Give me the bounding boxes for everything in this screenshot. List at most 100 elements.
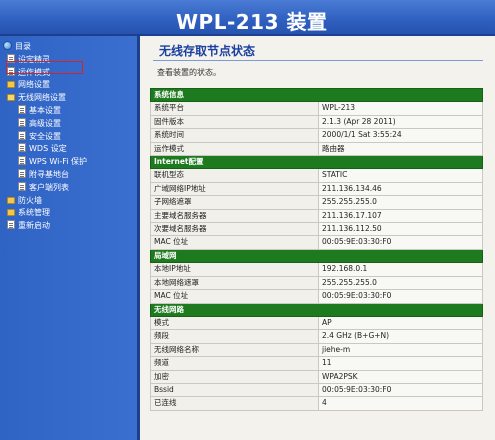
row-label: 已连线 — [150, 396, 319, 411]
table-row: 固件版本 2.1.3 (Apr 28 2011) — [150, 114, 483, 130]
table-row: 系统时间 2000/1/1 Sat 3:55:24 — [150, 128, 483, 143]
page-title: 无线存取节点状态 — [159, 44, 256, 58]
row-label: 加密 — [150, 369, 319, 384]
document-icon — [18, 117, 26, 127]
table-row: MAC 位址 00:05:9E:03:30:F0 — [150, 235, 483, 250]
row-label: 本地IP地址 — [150, 262, 319, 277]
table-row: Bssid 00:05:9E:03:30:F0 — [150, 382, 483, 398]
sidebar-item[interactable]: 高级设置 — [0, 117, 137, 131]
row-label: 系统平台 — [150, 101, 319, 116]
table-row: 联机型态 STATIC — [150, 168, 483, 183]
row-label: 运作模式 — [150, 141, 319, 157]
sidebar-item-label: 系统管理 — [18, 208, 50, 218]
row-label: MAC 位址 — [150, 235, 319, 250]
section-header: 局域网 — [150, 248, 483, 264]
row-label: 联机型态 — [150, 168, 319, 183]
table-row: MAC 位址 00:05:9E:03:30:F0 — [150, 289, 483, 304]
document-icon — [7, 220, 15, 230]
row-label: 子网络遮罩 — [150, 195, 319, 210]
row-label: 无线网络名称 — [150, 342, 319, 358]
row-value: 211.136.112.50 — [318, 222, 483, 237]
row-value: 192.168.0.1 — [318, 262, 483, 277]
row-value: 255.255.255.0 — [318, 195, 483, 210]
sidebar-item-label: 安全设置 — [29, 131, 61, 141]
title-divider — [153, 60, 483, 61]
status-table: 系统信息 系统平台 WPL-213 固件版本 2.1.3 (Apr 28 2011) 系统… — [150, 87, 483, 411]
sidebar-item-label: 网络设置 — [18, 80, 50, 90]
sidebar-item[interactable]: 安全设置 — [0, 130, 137, 144]
sidebar-item[interactable]: 防火墙 — [0, 195, 137, 208]
row-label: 频道 — [150, 356, 319, 371]
folder-icon — [7, 209, 15, 217]
table-row: 系统平台 WPL-213 — [150, 101, 483, 116]
row-label: 次要域名服务器 — [150, 222, 319, 237]
row-label: 模式 — [150, 315, 319, 331]
sidebar-item-label: 客户端列表 — [29, 182, 69, 192]
row-value: 2.1.3 (Apr 28 2011) — [318, 114, 483, 130]
sidebar-item[interactable]: 网络设置 — [0, 79, 137, 92]
row-label: 固件版本 — [150, 114, 319, 130]
document-icon — [18, 168, 26, 178]
sidebar-item-label: WPS Wi-Fi 保护 — [29, 157, 87, 167]
row-value: 211.136.17.107 — [318, 208, 483, 224]
sidebar-item-label: WDS 设定 — [29, 144, 67, 154]
row-value: 255.255.255.0 — [318, 275, 483, 291]
sidebar-item[interactable]: 基本设置 — [0, 104, 137, 118]
table-row: 广域网络IP地址 211.136.134.46 — [150, 181, 483, 197]
section-header: 无线网路 — [150, 302, 483, 317]
table-row: 运作模式 路由器 — [150, 141, 483, 157]
row-value: WPA2PSK — [318, 369, 483, 384]
section-header-row: Internet配置 — [150, 155, 483, 170]
sidebar-item[interactable]: 系统管理 — [0, 207, 137, 220]
selection-highlight — [6, 61, 83, 74]
table-row: 加密 WPA2PSK — [150, 369, 483, 384]
sidebar-item[interactable]: 附寻基地台 — [0, 168, 137, 182]
sidebar-item[interactable]: 重新启动 — [0, 220, 137, 233]
section-header-row: 无线网路 — [150, 302, 483, 317]
row-value: 4 — [318, 396, 483, 411]
sidebar-item-label: 重新启动 — [18, 221, 50, 231]
row-value: STATIC — [318, 168, 483, 183]
row-value: 2.4 GHz (B+G+N) — [318, 329, 483, 344]
sidebar-item-label: 无线网络设置 — [18, 93, 66, 103]
sidebar-item[interactable]: WDS 设定 — [0, 143, 137, 156]
table-row: 频道 11 — [150, 356, 483, 371]
sidebar-item[interactable]: WPS Wi-Fi 保护 — [0, 156, 137, 169]
sidebar-item[interactable]: 无线网络设置 — [0, 92, 137, 105]
row-value: 00:05:9E:03:30:F0 — [318, 289, 483, 304]
sidebar-item-label: 基本设置 — [29, 105, 61, 115]
globe-icon — [3, 41, 12, 50]
table-row: 本地网络遮罩 255.255.255.0 — [150, 275, 483, 291]
table-row: 子网络遮罩 255.255.255.0 — [150, 195, 483, 210]
folder-open-icon — [7, 94, 15, 102]
row-label: MAC 位址 — [150, 289, 319, 304]
sidebar-item-label: 高级设置 — [29, 118, 61, 128]
row-value: jiehe-m — [318, 342, 483, 358]
table-row: 主要域名服务器 211.136.17.107 — [150, 208, 483, 224]
table-row: 本地IP地址 192.168.0.1 — [150, 262, 483, 277]
sidebar-nav: 目录 设定精灵 运作模式 网络设置 无线网络设置 基本设置 高级设置 安全设置 WDS 设定 WP… — [0, 36, 140, 440]
document-icon — [18, 181, 26, 191]
section-header-row: 局域网 — [150, 248, 483, 264]
document-icon — [18, 130, 26, 140]
row-label: 系统时间 — [150, 128, 319, 143]
row-label: Bssid — [150, 382, 319, 398]
row-value: 00:05:9E:03:30:F0 — [318, 382, 483, 398]
document-icon — [18, 156, 26, 166]
section-header: Internet配置 — [150, 155, 483, 170]
row-value: WPL-213 — [318, 101, 483, 116]
main-content: 无线存取节点状态 查看装置的状态。 系统信息 系统平台 WPL-213 固件版本 2.1… — [143, 36, 495, 440]
row-value: AP — [318, 315, 483, 331]
table-row: 次要域名服务器 211.136.112.50 — [150, 222, 483, 237]
row-value: 00:05:9E:03:30:F0 — [318, 235, 483, 250]
document-icon — [18, 143, 26, 153]
row-label: 频段 — [150, 329, 319, 344]
table-row: 已连线 4 — [150, 396, 483, 411]
section-header-row: 系统信息 — [150, 87, 483, 103]
table-row: 频段 2.4 GHz (B+G+N) — [150, 329, 483, 344]
sidebar-item[interactable]: 目录 — [0, 41, 137, 54]
document-icon — [18, 104, 26, 114]
app-header: WPL-213 装置 — [0, 0, 495, 36]
sidebar-item[interactable]: 客户端列表 — [0, 181, 137, 195]
page-subtitle: 查看装置的状态。 — [157, 68, 221, 77]
